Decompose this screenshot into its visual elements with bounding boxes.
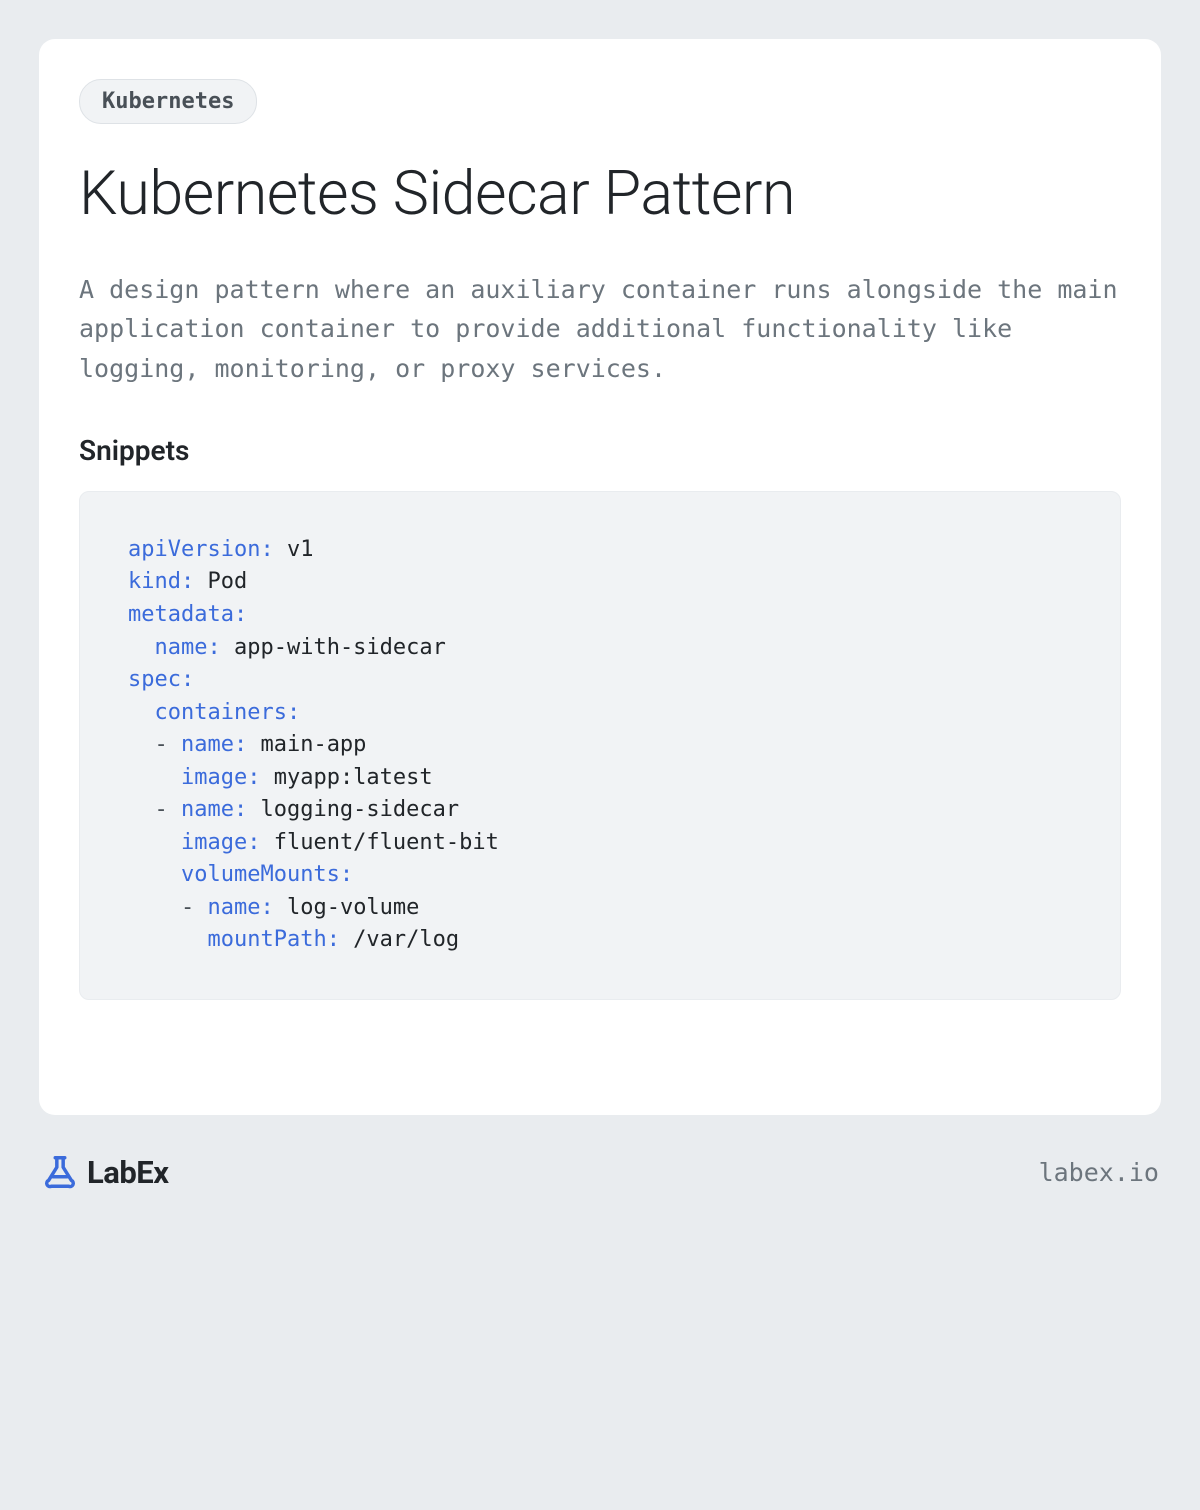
brand: LabEx: [41, 1153, 169, 1191]
description: A design pattern where an auxiliary cont…: [79, 270, 1121, 388]
code-snippet: apiVersion: v1 kind: Pod metadata: name:…: [79, 491, 1121, 1000]
content-card: Kubernetes Kubernetes Sidecar Pattern A …: [39, 39, 1161, 1115]
flask-icon: [41, 1153, 79, 1191]
snippets-heading: Snippets: [79, 434, 1121, 467]
category-tag: Kubernetes: [79, 79, 257, 124]
page-title: Kubernetes Sidecar Pattern: [79, 158, 1121, 228]
footer: LabEx labex.io: [39, 1153, 1161, 1191]
brand-url: labex.io: [1039, 1158, 1159, 1187]
brand-name: LabEx: [87, 1154, 169, 1191]
